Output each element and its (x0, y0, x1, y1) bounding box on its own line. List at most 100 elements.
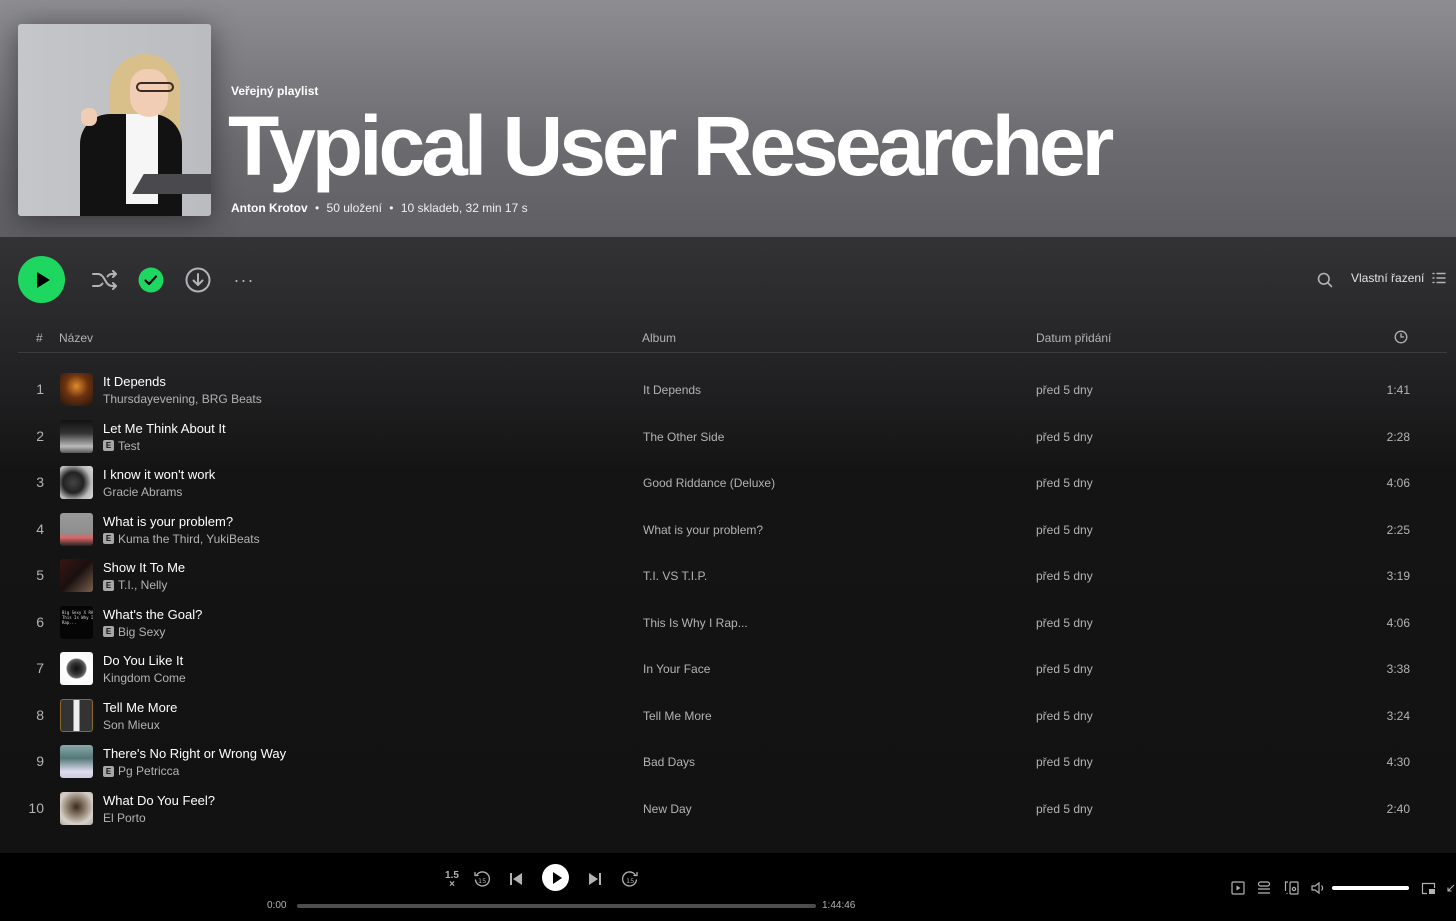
mute-button[interactable] (1310, 880, 1326, 896)
playlist-header: Veřejný playlist Typical User Researcher… (0, 0, 1456, 237)
track-title[interactable]: I know it won't work (103, 467, 215, 482)
next-button[interactable] (587, 871, 603, 887)
track-row[interactable]: 9 There's No Right or Wrong Way E Pg Petric… (18, 738, 1447, 785)
queue-icon (1257, 881, 1271, 894)
track-artist[interactable]: Son Mieux (103, 718, 160, 732)
track-duration: 2:40 (1386, 801, 1410, 816)
track-number: 5 (36, 567, 44, 583)
track-row[interactable]: 1 It Depends Thursdayevening, BRG Beats It … (18, 366, 1447, 413)
track-row[interactable]: 2 Let Me Think About It E Test The Other Sid… (18, 413, 1447, 460)
column-duration[interactable] (1394, 330, 1408, 347)
shuffle-button[interactable] (92, 267, 118, 293)
track-artwork (60, 652, 93, 685)
column-title[interactable]: Název (59, 331, 93, 345)
download-button[interactable] (185, 267, 211, 293)
track-artist-line: Kingdom Come (103, 671, 186, 685)
playlist-type: Veřejný playlist (231, 84, 319, 98)
track-artist-line: Son Mieux (103, 718, 160, 732)
track-album[interactable]: In Your Face (643, 662, 710, 676)
track-album[interactable]: T.I. VS T.I.P. (643, 569, 707, 583)
column-album[interactable]: Album (642, 331, 676, 345)
connect-device-button[interactable] (1283, 880, 1299, 896)
playlist-title[interactable]: Typical User Researcher (228, 98, 1114, 194)
more-options-button[interactable]: ··· (231, 267, 257, 293)
column-date-added[interactable]: Datum přidání (1036, 331, 1111, 345)
track-row[interactable]: 7 Do You Like It Kingdom Come In Your Face p… (18, 645, 1447, 692)
track-title[interactable]: Let Me Think About It (103, 421, 226, 436)
track-title[interactable]: What Do You Feel? (103, 793, 215, 808)
track-album[interactable]: It Depends (643, 383, 701, 397)
forward-15-icon: 15 (621, 871, 638, 887)
progress-bar[interactable] (297, 904, 816, 908)
playlist-owner[interactable]: Anton Krotov (231, 201, 308, 215)
track-row[interactable]: 10 What Do You Feel? El Porto New Day před 5… (18, 785, 1447, 832)
track-title[interactable]: There's No Right or Wrong Way (103, 746, 286, 761)
list-icon (1432, 272, 1447, 284)
track-title[interactable]: Do You Like It (103, 653, 183, 668)
track-artist[interactable]: Pg Petricca (118, 764, 179, 778)
track-album[interactable]: Good Riddance (Deluxe) (643, 476, 775, 490)
playlist-cover[interactable] (18, 24, 211, 216)
track-artist[interactable]: Thursdayevening, BRG Beats (103, 392, 262, 406)
saved-button[interactable] (138, 267, 164, 293)
skip-next-icon (589, 873, 601, 885)
fullscreen-icon (1447, 884, 1455, 892)
queue-button[interactable] (1256, 880, 1272, 896)
track-row[interactable]: 3 I know it won't work Gracie Abrams Good R… (18, 459, 1447, 506)
track-artist-line: E Big Sexy (103, 625, 165, 639)
speed-suffix: × (449, 879, 455, 890)
track-artist[interactable]: El Porto (103, 811, 146, 825)
volume-slider[interactable] (1332, 886, 1409, 890)
shuffle-icon (92, 270, 117, 290)
track-row[interactable]: 4 What is your problem? E Kuma the Third, Y… (18, 506, 1447, 553)
player-play-button[interactable] (542, 864, 569, 891)
track-album[interactable]: The Other Side (643, 430, 724, 444)
now-playing-view-button[interactable] (1230, 880, 1246, 896)
separator: • (315, 201, 320, 215)
skip-forward-15-button[interactable]: 15 (621, 870, 639, 888)
track-artist[interactable]: T.I., Nelly (118, 578, 167, 592)
track-duration: 4:06 (1386, 476, 1410, 490)
track-artist[interactable]: Test (118, 439, 140, 453)
skip-back-15-button[interactable]: 15 (473, 870, 491, 888)
track-number: 8 (36, 706, 44, 723)
miniplayer-button[interactable] (1420, 880, 1436, 896)
track-title[interactable]: What is your problem? (103, 514, 233, 529)
previous-button[interactable] (508, 871, 524, 887)
svg-text:15: 15 (626, 877, 634, 885)
track-artist[interactable]: Kuma the Third, YukiBeats (118, 532, 260, 546)
search-button[interactable] (1312, 267, 1338, 293)
track-row[interactable]: 6 Big Sexy X RAP This Is Why I Rap... What… (18, 599, 1447, 646)
track-number: 6 (36, 613, 44, 630)
track-title[interactable]: Show It To Me (103, 560, 185, 575)
total-time: 1:44:46 (822, 900, 856, 911)
column-number: # (36, 331, 43, 345)
track-artist[interactable]: Big Sexy (118, 625, 165, 639)
track-album[interactable]: What is your problem? (643, 523, 763, 537)
explicit-badge: E (103, 440, 114, 451)
track-row[interactable]: 8 Tell Me More Son Mieux Tell Me More před 5… (18, 692, 1447, 739)
track-duration: 4:06 (1386, 615, 1410, 630)
playback-speed-button[interactable]: 1.5 × (443, 869, 461, 891)
fullscreen-button[interactable] (1446, 880, 1456, 896)
track-number: 4 (36, 520, 44, 537)
track-date-added: před 5 dny (1036, 708, 1093, 723)
track-album[interactable]: This Is Why I Rap... (643, 616, 748, 630)
play-button[interactable] (18, 256, 65, 303)
sort-button[interactable]: Vlastní řazení (1351, 271, 1447, 285)
track-date-added: před 5 dny (1036, 383, 1093, 397)
playlist-meta: Anton Krotov • 50 uložení • 10 skladeb, … (231, 201, 528, 215)
clock-icon (1394, 330, 1408, 344)
track-title[interactable]: What's the Goal? (103, 607, 202, 622)
track-artist[interactable]: Gracie Abrams (103, 485, 182, 499)
track-album[interactable]: Tell Me More (643, 709, 712, 723)
track-artist[interactable]: Kingdom Come (103, 671, 186, 685)
artwork-text: Big Sexy X RAP This Is Why I Rap... (62, 609, 93, 625)
current-time: 0:00 (267, 900, 287, 911)
track-title[interactable]: It Depends (103, 374, 166, 389)
miniplayer-icon (1421, 882, 1435, 894)
track-row[interactable]: 5 Show It To Me E T.I., Nelly T.I. VS T.I.P.… (18, 552, 1447, 599)
track-album[interactable]: New Day (643, 802, 692, 816)
track-album[interactable]: Bad Days (643, 755, 695, 769)
track-title[interactable]: Tell Me More (103, 700, 177, 715)
